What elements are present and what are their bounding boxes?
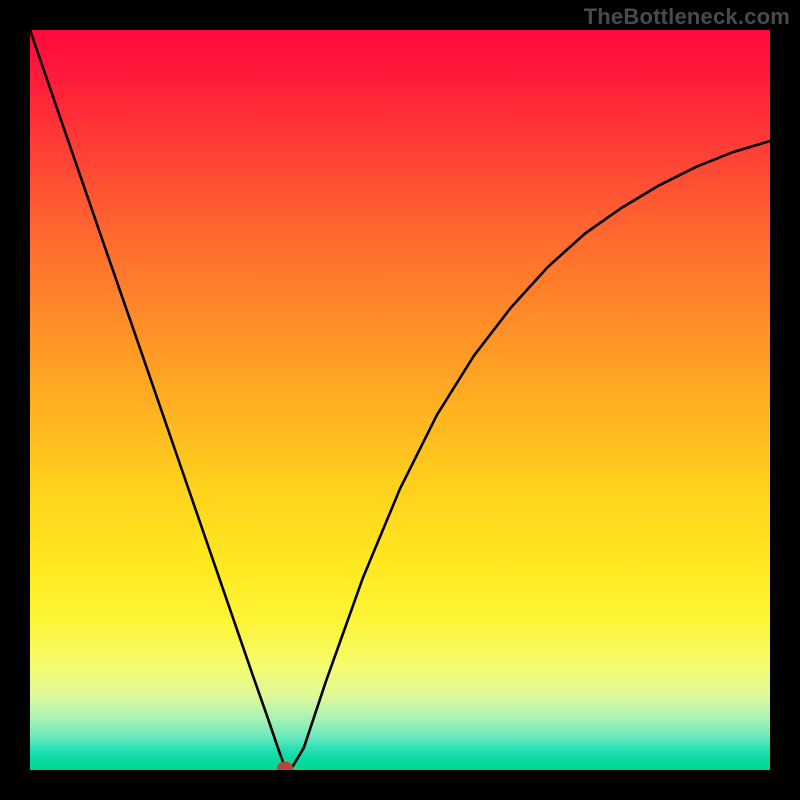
curve-path: [30, 30, 770, 769]
chart-frame: TheBottleneck.com: [0, 0, 800, 800]
bottleneck-curve: [30, 30, 770, 770]
optimal-point-marker: [277, 761, 293, 770]
watermark-text: TheBottleneck.com: [584, 4, 790, 30]
plot-area: [30, 30, 770, 770]
